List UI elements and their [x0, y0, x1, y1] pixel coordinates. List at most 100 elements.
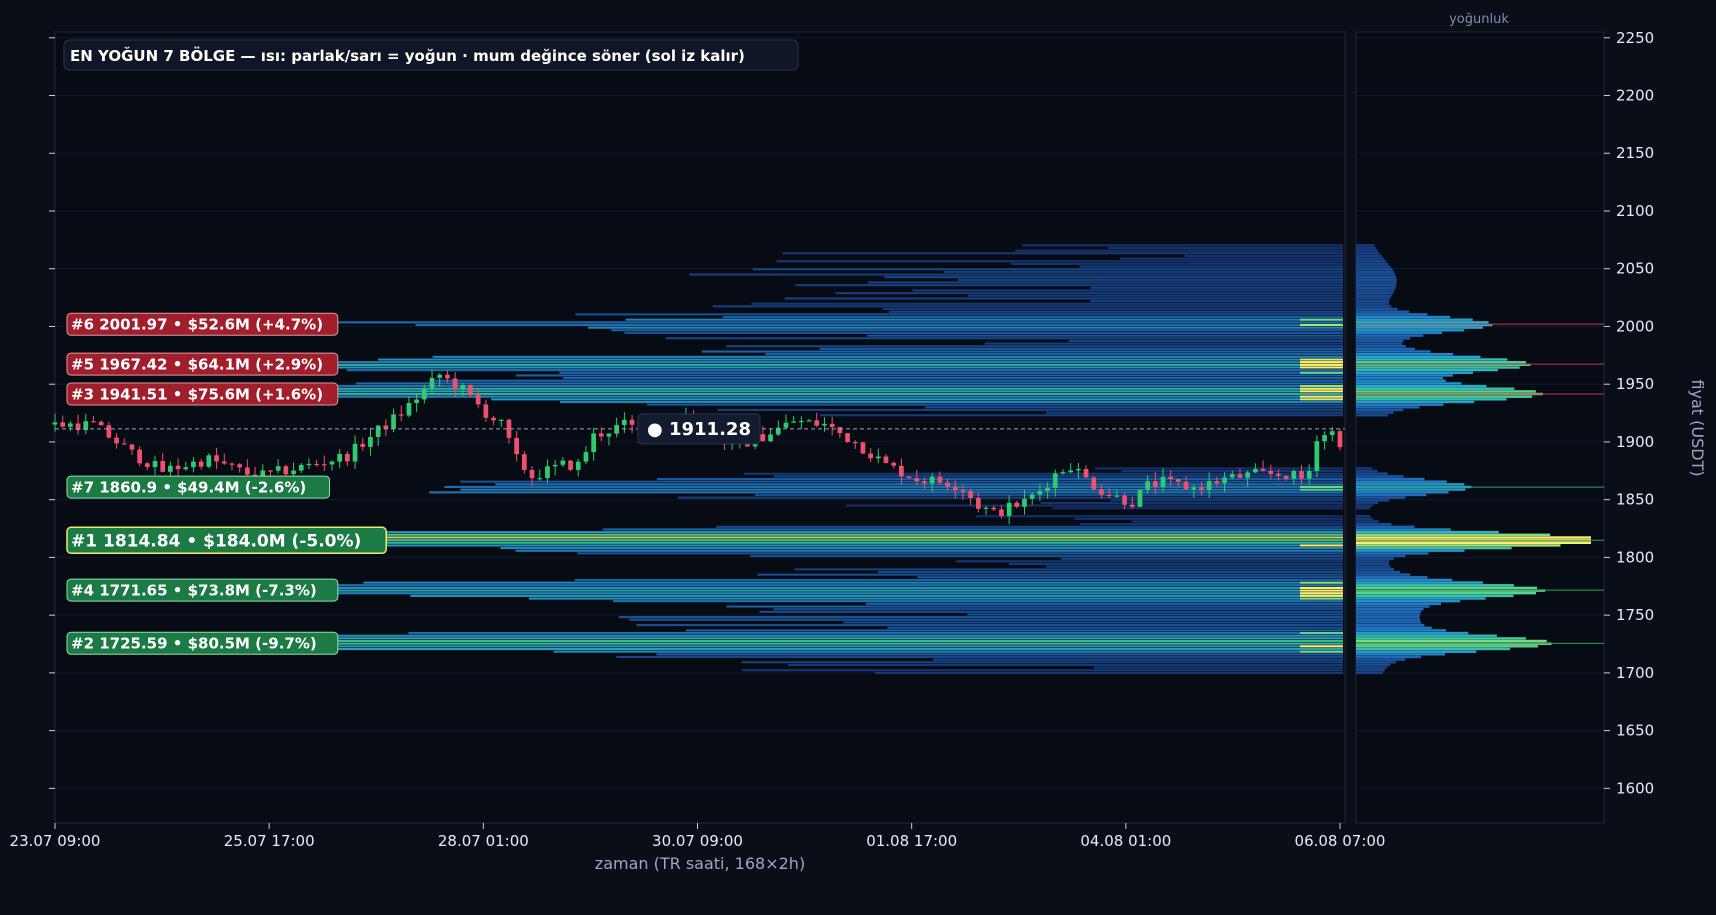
heat-band	[967, 294, 1343, 297]
candle-body	[1176, 479, 1181, 482]
heat-band	[1300, 318, 1343, 321]
candle-body	[891, 462, 896, 466]
heat-band	[925, 406, 1343, 409]
candle-body	[568, 460, 573, 470]
profile-bar	[1356, 618, 1420, 621]
profile-bar	[1356, 273, 1396, 276]
heat-band	[1300, 385, 1343, 388]
candle-body	[1099, 489, 1104, 495]
profile-bar	[1356, 262, 1389, 266]
heat-band	[776, 260, 1343, 263]
y-axis-label: fiyat (USDT)	[1688, 379, 1707, 476]
heat-band	[1300, 597, 1343, 600]
heat-band	[943, 270, 1343, 273]
candle-body	[98, 421, 104, 426]
profile-bar	[1356, 634, 1497, 637]
profile-bar	[1356, 493, 1427, 497]
heat-band	[717, 408, 1343, 411]
heat-band	[616, 655, 1343, 658]
zone-label: #4 1771.65 • $73.8M (-7.3%)	[71, 582, 317, 600]
candle-body	[1229, 474, 1235, 478]
heat-band	[1300, 650, 1343, 653]
heat-band	[239, 531, 1343, 534]
candle-body	[1160, 476, 1166, 487]
profile-bar	[1356, 650, 1477, 653]
profile-bar	[1356, 355, 1481, 359]
candle-body	[760, 434, 766, 442]
candle-body	[1268, 470, 1274, 474]
profile-bar	[1356, 515, 1371, 518]
candle-body	[329, 461, 335, 465]
heat-band	[553, 650, 1343, 653]
heat-band	[1090, 286, 1343, 289]
candle-body	[60, 422, 65, 427]
heat-band	[611, 329, 1343, 332]
candle-body	[575, 461, 581, 470]
profile-bar	[1356, 289, 1395, 292]
x-tick-label: 01.08 17:00	[866, 832, 957, 850]
current-price-label: ● 1911.28	[647, 419, 751, 440]
profile-bar	[1356, 342, 1403, 345]
candle-body	[929, 476, 935, 484]
candle-body	[583, 452, 589, 462]
heat-band	[432, 355, 1344, 358]
candle-body	[468, 385, 473, 395]
heat-band	[1300, 632, 1343, 635]
profile-bar	[1356, 533, 1551, 536]
heat-band	[529, 597, 1343, 600]
profile-bar	[1356, 347, 1415, 351]
candle-body	[1153, 481, 1158, 487]
candle-body	[337, 453, 342, 462]
profile-bar	[1356, 475, 1404, 478]
zone-label: #5 1967.42 • $64.1M (+2.9%)	[71, 355, 323, 373]
candle-body	[168, 465, 173, 472]
candle-body	[198, 461, 204, 467]
heat-band	[677, 496, 1343, 499]
heat-band	[577, 552, 1343, 555]
y-tick-label: 1900	[1616, 433, 1654, 451]
candle-body	[868, 453, 873, 459]
profile-bar	[1356, 655, 1421, 659]
profile-bar	[1356, 374, 1453, 377]
profile-bar	[1356, 536, 1591, 539]
candle-body	[945, 482, 950, 487]
candle-body	[1191, 487, 1197, 490]
candle-body	[1314, 441, 1320, 471]
candle-body	[845, 433, 850, 442]
heat-band	[1300, 361, 1343, 364]
profile-bar	[1356, 600, 1461, 603]
profile-bar	[1356, 307, 1398, 311]
heat-band	[1090, 300, 1343, 303]
heat-band	[1061, 557, 1343, 560]
candle-body	[522, 454, 527, 470]
y-tick-label: 1700	[1616, 664, 1654, 682]
candle-body	[1329, 431, 1335, 436]
zone-label: #6 2001.97 • $52.6M (+4.7%)	[71, 316, 323, 334]
candle-body	[114, 437, 119, 444]
profile-bar	[1356, 339, 1404, 343]
heat-band	[491, 398, 1344, 401]
candle-body	[498, 419, 504, 421]
chart-title: EN YOĞUN 7 BÖLGE — ısı: parlak/sarı = yo…	[70, 46, 745, 65]
heat-band	[865, 602, 1343, 605]
candle-body	[237, 464, 242, 468]
heat-band	[254, 586, 1343, 589]
candle-body	[321, 464, 327, 466]
y-tick-label: 2100	[1616, 202, 1654, 220]
profile-bar	[1356, 252, 1380, 255]
zone-label: #3 1941.51 • $75.6M (+1.6%)	[71, 385, 323, 403]
heat-band	[1300, 485, 1343, 488]
heat-band	[563, 377, 1343, 380]
heat-band	[874, 671, 1343, 674]
profile-bar	[1356, 368, 1498, 372]
heat-band	[559, 371, 1343, 374]
profile-bar	[1356, 581, 1483, 584]
heat-band	[933, 658, 1343, 661]
candle-body	[368, 437, 373, 447]
profile-bar	[1356, 400, 1475, 404]
profile-bar	[1356, 291, 1394, 295]
profile-bar	[1356, 613, 1421, 616]
heat-band	[1079, 265, 1343, 268]
heat-band	[835, 292, 1343, 295]
heat-band	[1094, 467, 1343, 470]
